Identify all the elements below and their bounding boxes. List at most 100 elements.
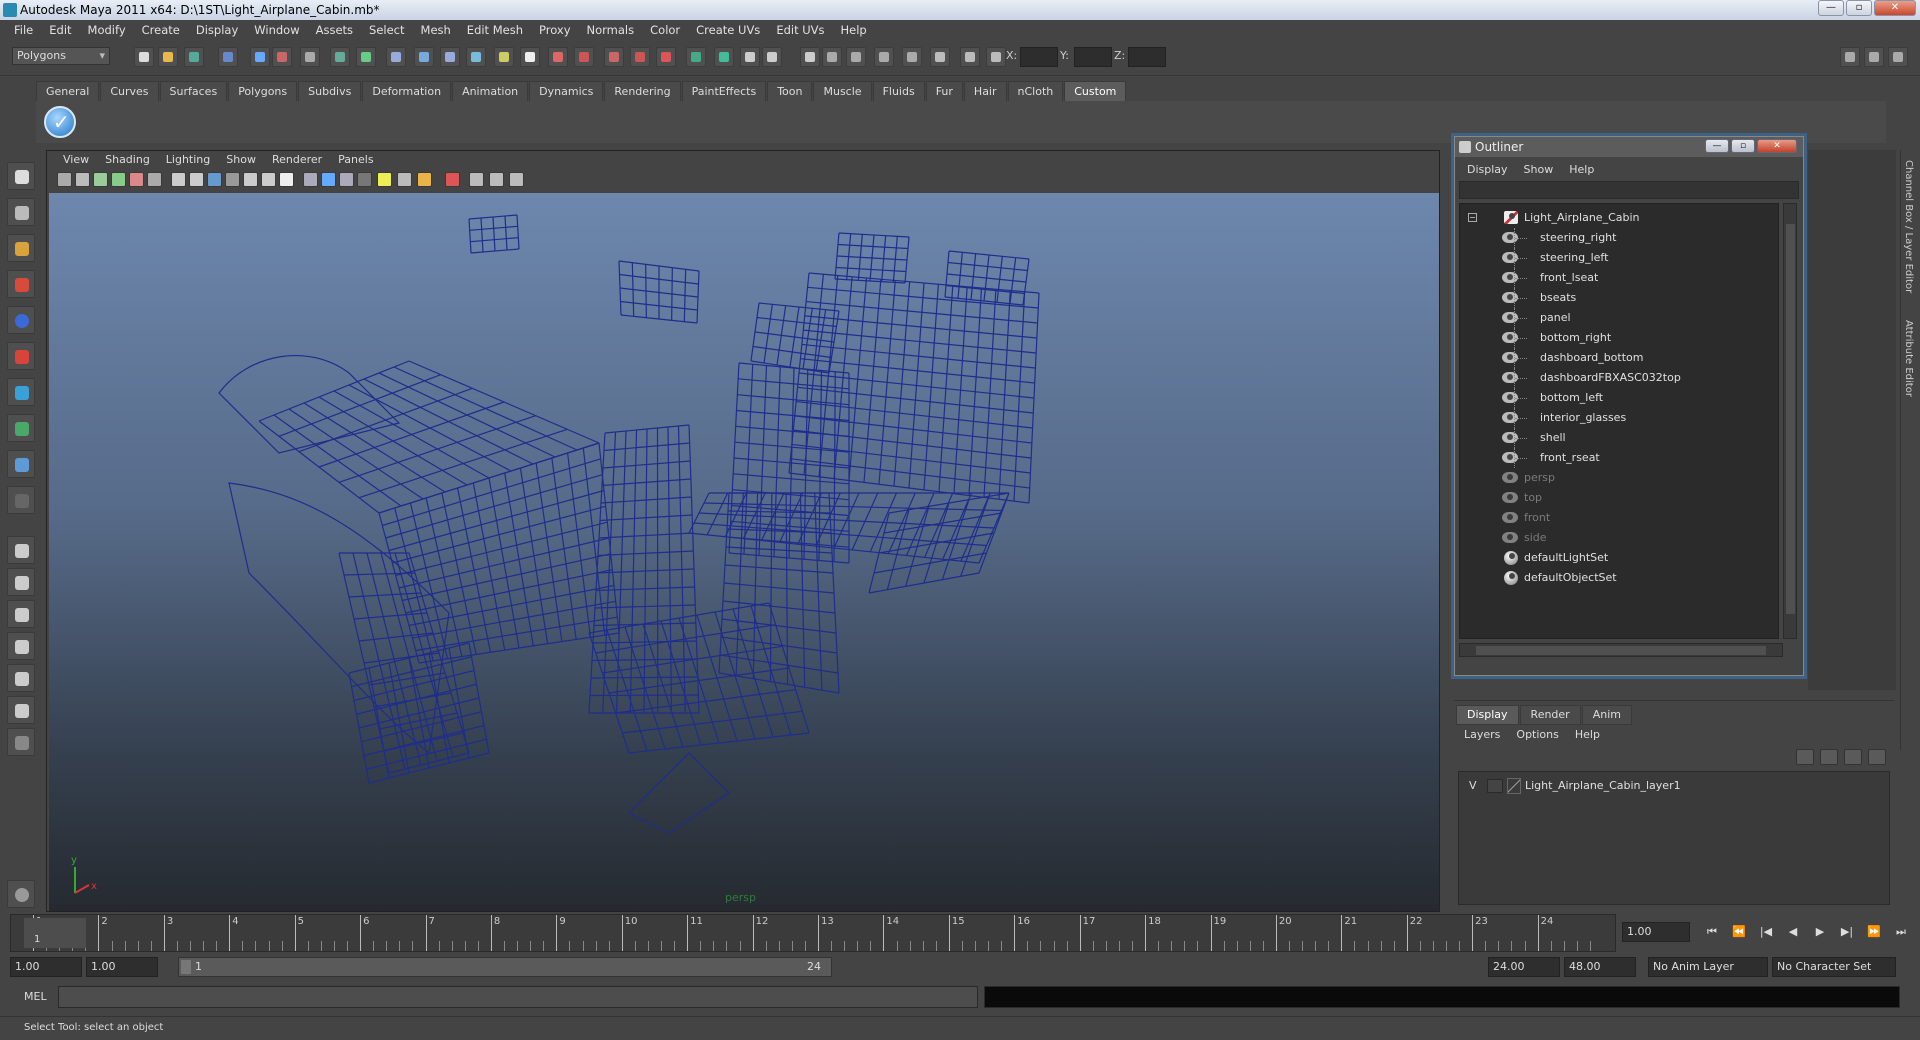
status-tool-icon[interactable] <box>846 47 866 67</box>
select-tool-icon[interactable] <box>7 162 35 190</box>
character-set-selector[interactable]: No Character Set <box>1772 957 1896 977</box>
shelf-tab-polygons[interactable]: Polygons <box>228 81 298 101</box>
menu-create-uvs[interactable]: Create UVs <box>688 20 768 40</box>
outliner-item-panel[interactable]: panel <box>1460 308 1780 328</box>
status-tool-icon[interactable] <box>218 47 238 67</box>
outliner-menu-display[interactable]: Display <box>1459 161 1516 179</box>
viewport-menu-shading[interactable]: Shading <box>97 151 158 169</box>
viewport-tool-icon[interactable] <box>397 172 412 187</box>
status-tool-icon[interactable] <box>930 47 950 67</box>
outliner-item-shell[interactable]: shell <box>1460 428 1780 448</box>
status-tool-icon[interactable] <box>466 47 486 67</box>
menu-file[interactable]: File <box>6 20 41 40</box>
persp-graph-layout-icon[interactable] <box>7 632 35 660</box>
viewport-tool-icon[interactable] <box>303 172 318 187</box>
outliner-item-steering-left[interactable]: steering_left <box>1460 248 1780 268</box>
expand-collapse-icon[interactable]: − <box>1468 213 1477 222</box>
viewport-tool-icon[interactable] <box>93 172 108 187</box>
hypershade-layout-icon[interactable] <box>7 664 35 692</box>
status-tool-icon[interactable] <box>960 47 980 67</box>
mel-command-input[interactable] <box>58 986 978 1008</box>
outliner-item-dashboardfbxasc032top[interactable]: dashboardFBXASC032top <box>1460 368 1780 388</box>
viewport-tool-icon[interactable] <box>243 172 258 187</box>
status-tool-icon[interactable] <box>874 47 894 67</box>
layout-options-icon[interactable] <box>7 728 35 756</box>
anim-layer-selector[interactable]: No Anim Layer <box>1648 957 1768 977</box>
viewport-tool-icon[interactable] <box>377 172 392 187</box>
viewport-3d-scene[interactable]: y x persp <box>49 193 1439 911</box>
viewport-tool-icon[interactable] <box>321 172 336 187</box>
playback-start-time-field[interactable]: 1.00 <box>86 957 158 977</box>
channel-box-layer-editor-tab[interactable]: Channel Box / Layer Editor <box>1903 160 1914 293</box>
menu-assets[interactable]: Assets <box>308 20 361 40</box>
show-manipulator-icon[interactable] <box>7 450 35 478</box>
viewport-tool-icon[interactable] <box>225 172 240 187</box>
status-tool-icon[interactable] <box>414 47 434 67</box>
viewport-menu-show[interactable]: Show <box>218 151 264 169</box>
maximize-button[interactable]: ▫ <box>1846 0 1872 16</box>
play-forwards-button[interactable]: ▶ <box>1810 922 1830 942</box>
scale-tool-icon[interactable] <box>7 342 35 370</box>
layer-tab-render[interactable]: Render <box>1519 705 1581 725</box>
layer-visibility-toggle[interactable]: V <box>1469 776 1477 796</box>
outliner-vertical-scrollbar[interactable] <box>1783 203 1797 639</box>
viewport-tool-icon[interactable] <box>111 172 126 187</box>
status-tool-icon[interactable] <box>300 47 320 67</box>
step-back-frame-button[interactable]: |◀ <box>1756 922 1776 942</box>
step-back-key-button[interactable]: ⏪ <box>1729 922 1749 942</box>
toggle-attribute-editor-button[interactable] <box>1840 47 1860 67</box>
outliner-item-front-rseat[interactable]: front_rseat <box>1460 448 1780 468</box>
outliner-close-button[interactable]: ✕ <box>1757 139 1797 153</box>
outliner-menu-help[interactable]: Help <box>1561 161 1602 179</box>
viewport-tool-icon[interactable] <box>147 172 162 187</box>
viewport-tool-icon[interactable] <box>207 172 222 187</box>
viewport-tool-icon[interactable] <box>129 172 144 187</box>
outliner-item-interior-glasses[interactable]: interior_glasses <box>1460 408 1780 428</box>
attribute-editor-tab[interactable]: Attribute Editor <box>1903 320 1914 397</box>
playback-end-time-field[interactable]: 24.00 <box>1488 957 1560 977</box>
menu-select[interactable]: Select <box>361 20 412 40</box>
create-layer-from-selection-icon[interactable] <box>1868 749 1886 765</box>
persp-outliner-layout-icon[interactable] <box>7 600 35 628</box>
status-tool-icon[interactable] <box>548 47 568 67</box>
viewport-tool-icon[interactable] <box>279 172 294 187</box>
move-tool-icon[interactable] <box>7 270 35 298</box>
status-tool-icon[interactable] <box>714 47 734 67</box>
shelf-tab-toon[interactable]: Toon <box>767 81 813 101</box>
menu-display[interactable]: Display <box>188 20 246 40</box>
viewport-tool-icon[interactable] <box>489 172 504 187</box>
status-tool-icon[interactable] <box>520 47 540 67</box>
outliner-item-dashboard-bottom[interactable]: dashboard_bottom <box>1460 348 1780 368</box>
layer-row[interactable]: V Light_Airplane_Cabin_layer1 <box>1461 776 1881 796</box>
shelf-tab-fur[interactable]: Fur <box>925 81 963 101</box>
outliner-item-steering-right[interactable]: steering_right <box>1460 228 1780 248</box>
quick-layout-icon[interactable] <box>7 880 35 908</box>
shelf-tab-general[interactable]: General <box>36 81 100 101</box>
viewport-menu-renderer[interactable]: Renderer <box>264 151 330 169</box>
animation-end-time-field[interactable]: 48.00 <box>1564 957 1636 977</box>
status-tool-icon[interactable] <box>184 47 204 67</box>
menu-help[interactable]: Help <box>833 20 875 40</box>
toggle-tool-settings-button[interactable] <box>1864 47 1884 67</box>
create-empty-layer-icon[interactable] <box>1844 749 1862 765</box>
shelf-tab-dynamics[interactable]: Dynamics <box>529 81 604 101</box>
outliner-minimize-button[interactable]: — <box>1705 139 1729 153</box>
step-forward-key-button[interactable]: ⏩ <box>1864 922 1884 942</box>
lasso-tool-icon[interactable] <box>7 198 35 226</box>
outliner-item-front-lseat[interactable]: front_lseat <box>1460 268 1780 288</box>
status-tool-icon[interactable] <box>574 47 594 67</box>
status-tool-icon[interactable] <box>386 47 406 67</box>
viewport-tool-icon[interactable] <box>75 172 90 187</box>
z-input[interactable] <box>1128 47 1166 67</box>
status-tool-icon[interactable] <box>762 47 782 67</box>
shelf-tab-painteffects[interactable]: PaintEffects <box>681 81 767 101</box>
status-tool-icon[interactable] <box>158 47 178 67</box>
layer-tab-anim[interactable]: Anim <box>1581 705 1632 725</box>
viewport-tool-icon[interactable] <box>445 172 460 187</box>
step-forward-frame-button[interactable]: ▶| <box>1837 922 1857 942</box>
outliner-item-bseats[interactable]: bseats <box>1460 288 1780 308</box>
status-tool-icon[interactable] <box>250 47 270 67</box>
status-tool-icon[interactable] <box>330 47 350 67</box>
menu-window[interactable]: Window <box>246 20 307 40</box>
shelf-tab-deformation[interactable]: Deformation <box>362 81 452 101</box>
